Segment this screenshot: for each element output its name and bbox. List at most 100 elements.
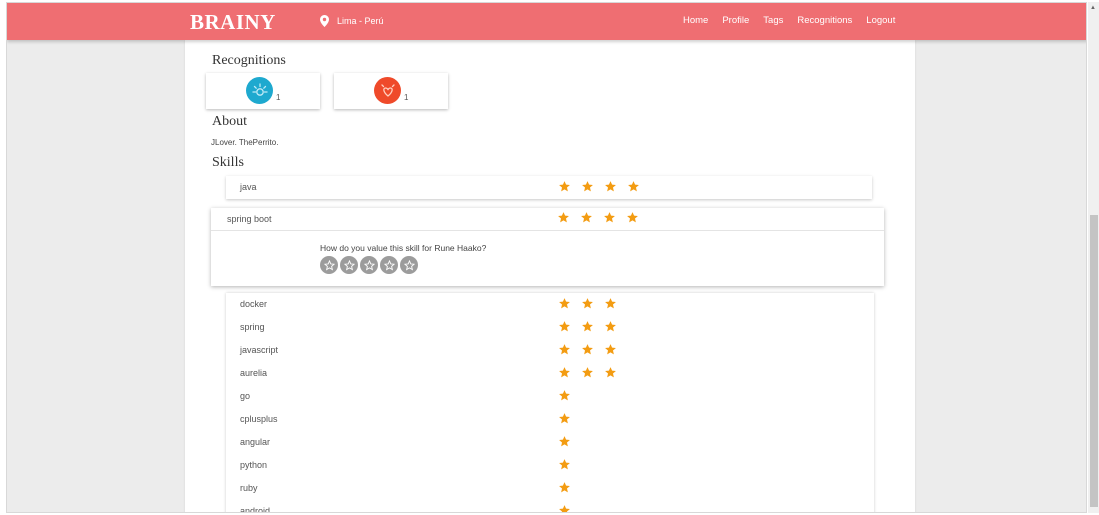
nav-home-link[interactable]: Home (683, 15, 708, 26)
nav-menu: Home Profile Tags Recognitions Logout (683, 15, 895, 26)
skill-name: spring (240, 322, 265, 332)
skill-name: python (240, 460, 268, 470)
star-icon (558, 212, 569, 223)
star-icon (559, 344, 570, 355)
recognition-count: 1 (404, 93, 409, 102)
rating-question: How do you value this skill for Rune Haa… (320, 243, 487, 253)
location-indicator: Lima - Perú (320, 15, 384, 27)
scrollbar-thumb[interactable] (1090, 215, 1098, 507)
skill-name: angular (240, 437, 271, 447)
skill-name: javascript (240, 345, 279, 355)
brand-logo[interactable]: BRAINY (190, 10, 276, 35)
star-icon (403, 259, 415, 271)
star-icon (605, 298, 616, 309)
skill-stars (557, 211, 639, 224)
profile-content: Recognitions 1 1 About JLover. ThePerrit… (185, 40, 915, 513)
star-icon (559, 436, 570, 447)
skill-row[interactable]: aurelia (226, 362, 874, 386)
skills-list: docker spring javascript aurelia go cplusplus… (226, 293, 874, 513)
recognition-card[interactable]: 1 (206, 73, 320, 109)
star-icon (559, 181, 570, 192)
skill-name: docker (240, 299, 268, 309)
skill-stars (558, 343, 617, 356)
rate-star-button[interactable] (340, 256, 358, 274)
skill-name: spring boot (227, 214, 272, 224)
star-icon (627, 212, 638, 223)
skill-row[interactable]: ruby (226, 477, 874, 501)
star-icon (383, 259, 395, 271)
about-text: JLover. ThePerrito. (211, 138, 279, 147)
rate-star-button[interactable] (400, 256, 418, 274)
nav-logout-link[interactable]: Logout (866, 15, 895, 26)
recognition-card[interactable]: 1 (334, 73, 448, 109)
skill-name: java (240, 182, 257, 192)
nav-recognitions-link[interactable]: Recognitions (797, 15, 852, 26)
star-icon (559, 413, 570, 424)
nav-profile-link[interactable]: Profile (722, 15, 749, 26)
skill-stars (558, 320, 617, 333)
nav-tags-link[interactable]: Tags (763, 15, 783, 26)
star-icon (582, 321, 593, 332)
recognition-count: 1 (276, 93, 281, 102)
star-icon (582, 344, 593, 355)
skill-row[interactable]: angular (226, 431, 874, 455)
sparkle-hand-icon (246, 77, 273, 104)
skill-row[interactable]: java (226, 176, 872, 199)
star-icon (343, 259, 355, 271)
skill-row[interactable]: spring (226, 316, 874, 340)
star-icon (323, 259, 335, 271)
star-icon (605, 344, 616, 355)
skill-stars (558, 389, 571, 402)
location-text: Lima - Perú (337, 16, 384, 26)
star-icon (559, 367, 570, 378)
star-icon (605, 181, 616, 192)
star-icon (363, 259, 375, 271)
skill-name: go (240, 391, 251, 401)
recognitions-heading: Recognitions (212, 53, 286, 68)
star-icon (559, 321, 570, 332)
navbar: BRAINY Lima - Perú Home Profile Tags Rec… (7, 3, 1086, 40)
rate-star-button[interactable] (360, 256, 378, 274)
skill-stars (558, 412, 571, 425)
skill-row[interactable]: spring boot (211, 208, 884, 231)
skill-row[interactable]: android (226, 500, 874, 513)
skill-row[interactable]: docker (226, 293, 874, 317)
skill-name: aurelia (240, 368, 268, 378)
skill-stars (558, 435, 571, 448)
star-icon (559, 505, 570, 512)
star-icon (559, 390, 570, 401)
skills-heading: Skills (212, 155, 244, 170)
star-icon (581, 212, 592, 223)
star-icon (559, 298, 570, 309)
rating-buttons (320, 256, 418, 274)
star-icon (582, 367, 593, 378)
about-heading: About (212, 114, 247, 129)
map-pin-icon (320, 15, 329, 27)
skill-stars (558, 458, 571, 471)
star-icon (582, 181, 593, 192)
skill-row[interactable]: cplusplus (226, 408, 874, 432)
skill-stars (558, 504, 571, 512)
skill-row[interactable]: javascript (226, 339, 874, 363)
skill-stars (558, 180, 640, 193)
browser-viewport: BRAINY Lima - Perú Home Profile Tags Rec… (6, 2, 1087, 513)
star-icon (605, 321, 616, 332)
rate-star-button[interactable] (320, 256, 338, 274)
star-icon (628, 181, 639, 192)
star-icon (582, 298, 593, 309)
skill-stars (558, 366, 617, 379)
star-icon (559, 482, 570, 493)
scroll-up-arrow-icon[interactable]: ▲ (1090, 5, 1096, 11)
rate-star-button[interactable] (380, 256, 398, 274)
skill-row[interactable]: go (226, 385, 874, 409)
skill-stars (558, 481, 571, 494)
skill-name: android (240, 506, 271, 513)
skill-stars (558, 297, 617, 310)
skill-name: ruby (240, 483, 258, 493)
star-icon (605, 367, 616, 378)
skill-rating-panel: spring boot How do you value this skill … (211, 208, 884, 286)
skill-name: cplusplus (240, 414, 278, 424)
skill-row[interactable]: python (226, 454, 874, 478)
star-icon (559, 459, 570, 470)
page-scrollbar[interactable]: ▲ (1088, 2, 1099, 513)
